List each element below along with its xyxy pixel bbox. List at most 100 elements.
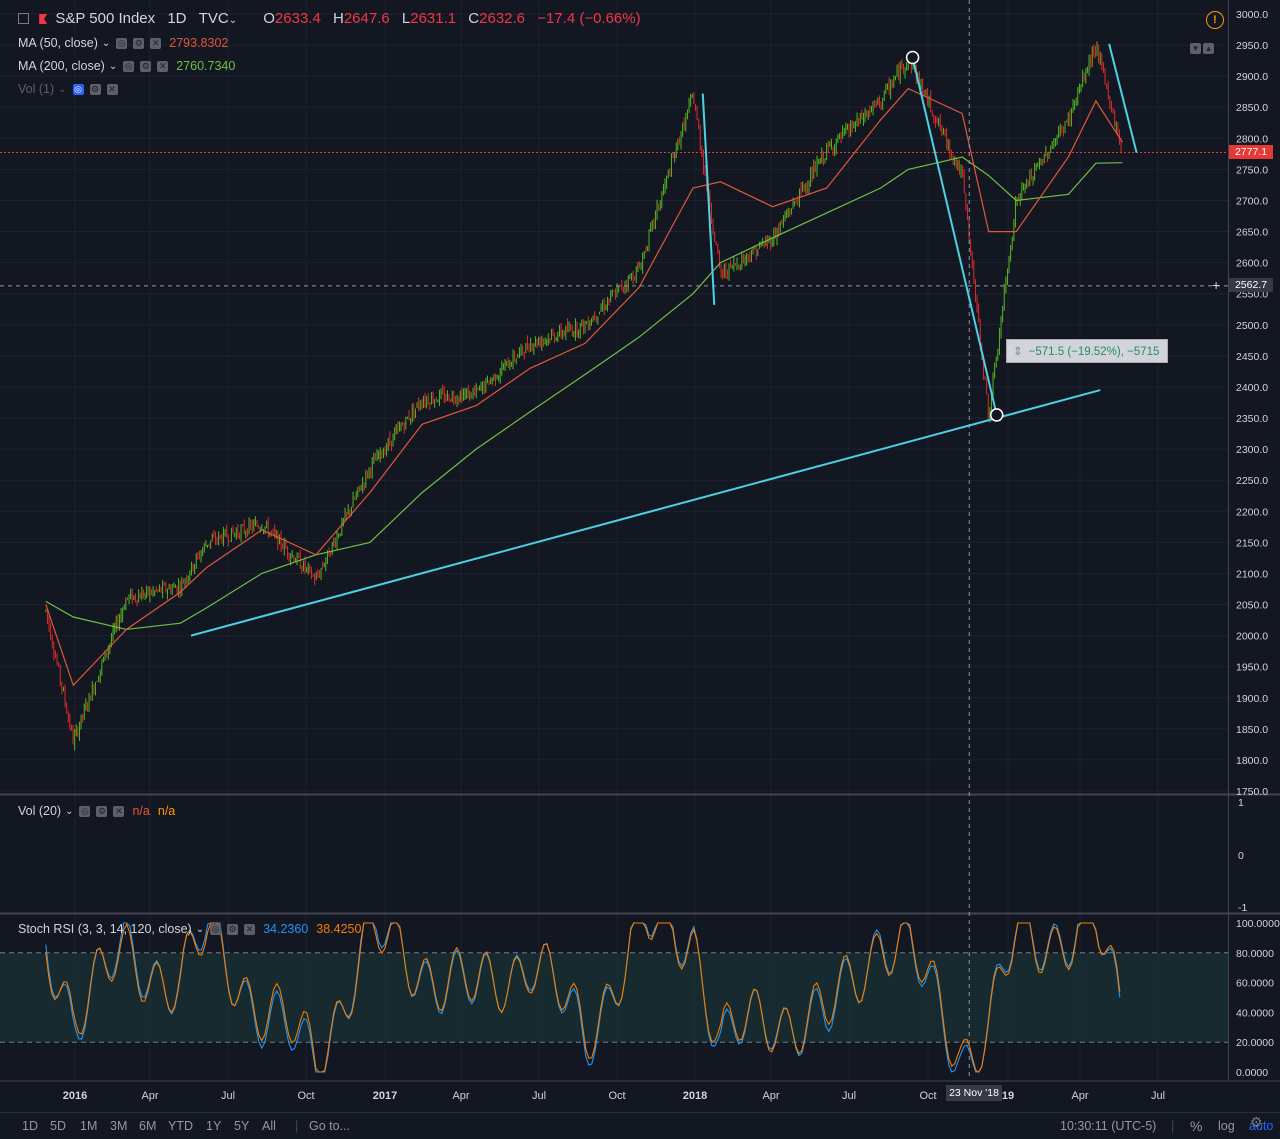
stoch-k-value: 34.2360 [263, 922, 309, 936]
measure-end-handle [989, 408, 1004, 422]
pane-controls: ▾ ▴ [1188, 39, 1214, 54]
chevron-down-icon[interactable]: ⌄ [58, 84, 66, 95]
gear-icon[interactable]: ⚙ [133, 37, 145, 49]
measure-icon: ⇕ [1013, 346, 1023, 358]
time-tick-label: Apr [1071, 1090, 1088, 1102]
vol-overlay-legend[interactable]: Vol (1) ⌄ ◎ ⚙ ✕ [18, 82, 118, 96]
open-label: O [263, 10, 275, 27]
range-6m[interactable]: 6M [139, 1119, 156, 1133]
goto-button[interactable]: Go to... [309, 1119, 350, 1133]
warning-icon[interactable]: ! [1206, 11, 1224, 29]
vol20-label: Vol (20) [18, 804, 62, 818]
range-1y[interactable]: 1Y [206, 1119, 221, 1133]
close-label: C [468, 10, 480, 27]
ma200-legend[interactable]: MA (200, close) ⌄ ◎ ⚙ ✕ 2760.7340 [18, 59, 235, 73]
percent-toggle[interactable]: % [1190, 1118, 1202, 1134]
chevron-down-icon[interactable]: ⌄ [102, 38, 110, 49]
time-tick-label: Jul [532, 1090, 546, 1102]
close-value: 2632.6 [479, 10, 526, 27]
vol20-value1: n/a [132, 804, 150, 818]
chevron-down-icon[interactable]: ⌄ [109, 61, 117, 72]
bottom-toolbar: 1D 5D 1M 3M 6M YTD 1Y 5Y All | Go to... … [0, 1112, 1280, 1139]
range-ytd[interactable]: YTD [168, 1119, 193, 1133]
price-tick-label: 1900.0 [1236, 693, 1268, 705]
log-toggle[interactable]: log [1218, 1119, 1235, 1133]
symbol-name[interactable]: S&P 500 Index [55, 10, 155, 27]
eye-icon[interactable]: ◎ [210, 923, 222, 935]
ma50-value: 2793.8302 [169, 36, 229, 50]
minimize-pane-icon[interactable]: ▾ [1190, 43, 1201, 54]
time-tick-label: 19 [1002, 1090, 1014, 1102]
close-icon[interactable]: ✕ [150, 37, 162, 49]
price-tick-label: 2700.0 [1236, 195, 1268, 207]
range-5d[interactable]: 5D [50, 1119, 66, 1133]
stoch-tick-label: 60.0000 [1236, 978, 1274, 990]
ma50-label: MA (50, close) [18, 36, 98, 50]
gear-icon[interactable]: ⚙ [227, 923, 239, 935]
vol20-legend[interactable]: Vol (20) ⌄ ◎ ⚙ ✕ n/a n/a [18, 804, 175, 818]
crosshair-date-label: 23 Nov '18 [946, 1085, 1002, 1101]
stoch-tick-label: 40.0000 [1236, 1007, 1274, 1019]
price-tick-label: 2400.0 [1236, 382, 1268, 394]
price-tick-label: 2500.0 [1236, 320, 1268, 332]
measure-tooltip-text: −571.5 (−19.52%), −5715 [1028, 346, 1160, 358]
settings-icon[interactable]: ⚙ [1250, 1114, 1263, 1131]
chevron-down-icon[interactable]: ⌄ [196, 924, 204, 935]
measure-line [911, 57, 998, 416]
range-1d[interactable]: 1D [22, 1119, 38, 1133]
exchange-label[interactable]: TVC [199, 10, 229, 27]
time-tick-label: 2016 [63, 1090, 87, 1102]
crosshair-price-label: 2562.7 [1229, 278, 1273, 292]
chevron-down-icon[interactable]: ⌄ [65, 806, 73, 817]
price-tick-label: 2850.0 [1236, 102, 1268, 114]
stoch-legend[interactable]: Stoch RSI (3, 3, 14, 120, close) ⌄ ◎ ⚙ ✕ 34… [18, 922, 361, 936]
eye-icon[interactable]: ◎ [116, 37, 128, 49]
price-tick-label: 2100.0 [1236, 568, 1268, 580]
time-tick-label: Jul [842, 1090, 856, 1102]
chart-canvas[interactable]: 3000.0 2950.0 2900.0 2850.0 2800.0 2750.0 2700… [0, 0, 1280, 1112]
range-5y[interactable]: 5Y [234, 1119, 249, 1133]
time-tick-label: Apr [762, 1090, 779, 1102]
support-trendline [190, 389, 1101, 637]
price-tick-label: 2250.0 [1236, 475, 1268, 487]
gear-icon[interactable]: ⚙ [89, 83, 101, 95]
vol20-value2: n/a [157, 804, 176, 818]
price-tick-label: 1800.0 [1236, 755, 1268, 767]
price-tick-label: 1950.0 [1236, 662, 1268, 674]
close-icon[interactable]: ✕ [157, 60, 169, 72]
time-tick-label: 2018 [683, 1090, 707, 1102]
candles [45, 41, 1122, 751]
chevron-down-icon[interactable]: ⌄ [229, 15, 237, 26]
close-icon[interactable]: ✕ [244, 923, 256, 935]
time-tick-label: Apr [141, 1090, 158, 1102]
close-icon[interactable]: ✕ [106, 83, 118, 95]
maximize-pane-icon[interactable]: ▴ [1203, 43, 1214, 54]
range-all[interactable]: All [262, 1119, 276, 1133]
price-tick-label: 2950.0 [1236, 40, 1268, 52]
gear-icon[interactable]: ⚙ [140, 60, 152, 72]
collapse-icon[interactable] [18, 12, 29, 24]
open-value: 2633.4 [274, 10, 321, 27]
close-icon[interactable]: ✕ [113, 805, 125, 817]
range-1m[interactable]: 1M [80, 1119, 97, 1133]
price-tick-label: 2800.0 [1236, 133, 1268, 145]
stoch-label: Stoch RSI (3, 3, 14, 120, close) [18, 922, 192, 936]
price-tick-label: 2600.0 [1236, 258, 1268, 270]
eye-icon[interactable]: ◎ [72, 83, 84, 95]
time-tick-label: Jul [1151, 1090, 1165, 1102]
measure-tooltip: ⇕ −571.5 (−19.52%), −5715 [1006, 339, 1168, 363]
time-tick-label: Apr [452, 1090, 469, 1102]
add-plus-icon[interactable]: + [1212, 277, 1220, 293]
price-tick-label: 2650.0 [1236, 227, 1268, 239]
eye-icon[interactable]: ◎ [123, 60, 135, 72]
measure-start-handle [905, 50, 920, 65]
gear-icon[interactable]: ⚙ [96, 805, 108, 817]
range-3m[interactable]: 3M [110, 1119, 127, 1133]
price-tick-label: 3000.0 [1236, 9, 1268, 21]
interval-label[interactable]: 1D [167, 10, 186, 27]
symbol-flag-icon [39, 14, 48, 25]
eye-icon[interactable]: ◎ [79, 805, 91, 817]
ma50-legend[interactable]: MA (50, close) ⌄ ◎ ⚙ ✕ 2793.8302 [18, 36, 228, 50]
vol-overlay-label: Vol (1) [18, 82, 55, 96]
time-tick-label: Jul [221, 1090, 235, 1102]
